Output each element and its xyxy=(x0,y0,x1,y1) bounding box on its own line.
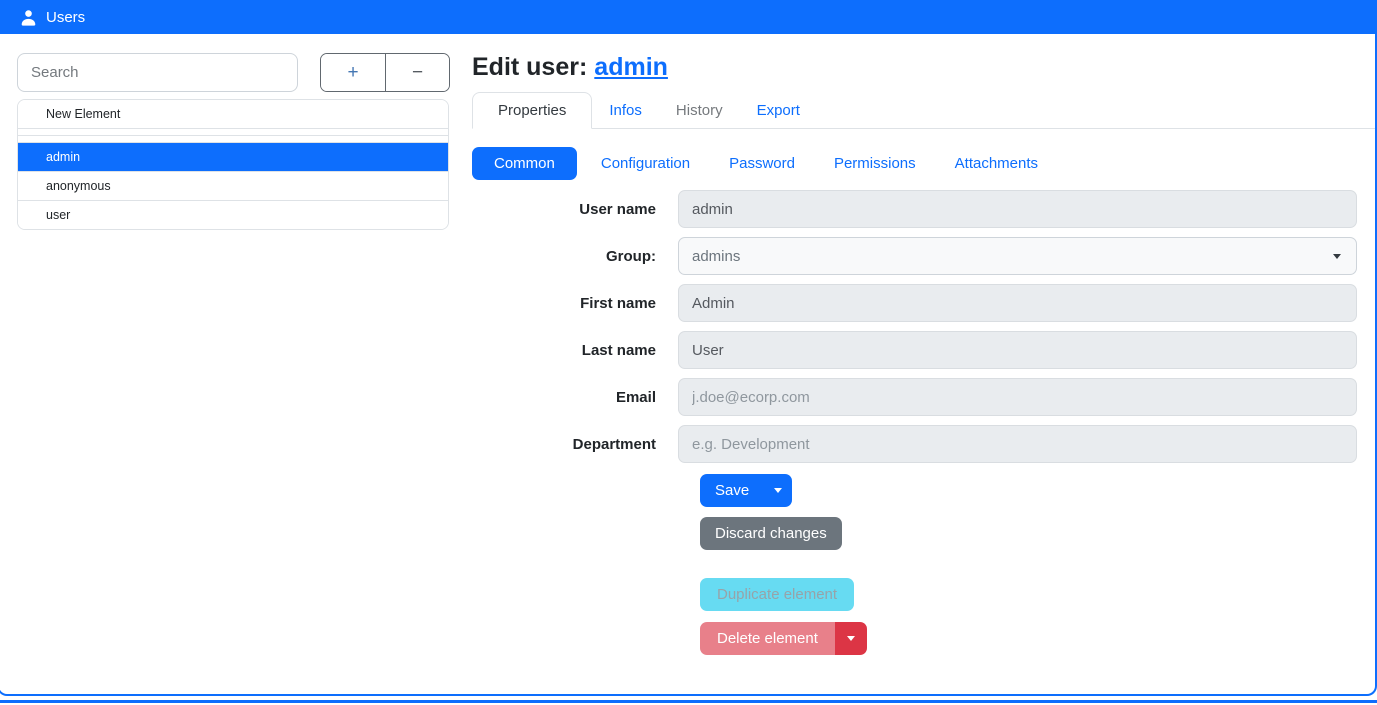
tab-properties[interactable]: Properties xyxy=(472,92,592,129)
bottom-accent-bar xyxy=(0,700,1377,703)
chevron-down-icon xyxy=(1333,254,1341,259)
list-item-user[interactable]: user xyxy=(18,201,448,229)
list-separator-row xyxy=(18,136,448,143)
subtab-bar: Common Configuration Password Permission… xyxy=(472,147,1375,180)
subtab-permissions[interactable]: Permissions xyxy=(819,147,931,180)
subtab-password[interactable]: Password xyxy=(714,147,810,180)
tab-export[interactable]: Export xyxy=(740,92,817,129)
form-row: First name xyxy=(472,284,1375,322)
department-label: Department xyxy=(472,436,678,453)
save-button[interactable]: Save xyxy=(700,474,764,507)
subtab-attachments[interactable]: Attachments xyxy=(940,147,1053,180)
lastname-label: Last name xyxy=(472,342,678,359)
save-dropdown-toggle[interactable] xyxy=(764,474,792,507)
search-input[interactable] xyxy=(17,53,298,92)
tab-bar: Properties Infos History Export xyxy=(472,92,1375,129)
duplicate-element-button: Duplicate element xyxy=(700,578,854,611)
element-list: New Element admin anonymous user xyxy=(17,99,449,230)
chevron-down-icon xyxy=(847,636,855,641)
group-select-value: admins xyxy=(692,248,740,265)
edit-user-link[interactable]: admin xyxy=(594,53,668,81)
form-row: Department xyxy=(472,425,1375,463)
discard-changes-button[interactable]: Discard changes xyxy=(700,517,842,550)
delete-dropdown-toggle[interactable] xyxy=(835,622,867,655)
main-content: Edit user:admin Properties Infos History… xyxy=(472,53,1375,694)
add-remove-button-group: + − xyxy=(320,53,450,92)
subtab-common[interactable]: Common xyxy=(472,147,577,180)
chevron-down-icon xyxy=(774,488,782,493)
lastname-field[interactable] xyxy=(678,331,1357,369)
delete-element-button: Delete element xyxy=(700,622,835,655)
form-row: Group: admins xyxy=(472,237,1375,275)
page-title: Edit user:admin xyxy=(472,53,1375,82)
username-field[interactable] xyxy=(678,190,1357,228)
firstname-label: First name xyxy=(472,295,678,312)
subtab-configuration[interactable]: Configuration xyxy=(586,147,705,180)
app-title: Users xyxy=(46,9,85,26)
group-select[interactable]: admins xyxy=(678,237,1357,275)
form-row: Last name xyxy=(472,331,1375,369)
group-label: Group: xyxy=(472,248,678,265)
list-item-new-element[interactable]: New Element xyxy=(18,100,448,129)
tab-history: History xyxy=(659,92,740,129)
remove-element-button[interactable]: − xyxy=(385,54,449,91)
page-title-prefix: Edit user: xyxy=(472,53,587,81)
form-row: Email xyxy=(472,378,1375,416)
action-buttons: Save Discard changes Duplicate element D… xyxy=(700,474,1375,675)
list-item-admin[interactable]: admin xyxy=(18,143,448,172)
add-element-button[interactable]: + xyxy=(321,54,385,91)
save-split-button: Save xyxy=(700,474,792,507)
form-row: User name xyxy=(472,190,1375,228)
username-label: User name xyxy=(472,201,678,218)
firstname-field[interactable] xyxy=(678,284,1357,322)
user-form: User name Group: admins First name Last … xyxy=(472,190,1375,463)
top-navbar: Users xyxy=(0,0,1377,34)
delete-split-button: Delete element xyxy=(700,622,1375,655)
list-separator-row xyxy=(18,129,448,136)
page-container: + − New Element admin anonymous user Edi… xyxy=(0,34,1377,696)
email-label: Email xyxy=(472,389,678,406)
user-icon xyxy=(20,9,37,26)
tab-infos[interactable]: Infos xyxy=(592,92,659,129)
email-field[interactable] xyxy=(678,378,1357,416)
list-item-anonymous[interactable]: anonymous xyxy=(18,172,448,201)
department-field[interactable] xyxy=(678,425,1357,463)
sidebar: + − New Element admin anonymous user xyxy=(0,53,450,694)
